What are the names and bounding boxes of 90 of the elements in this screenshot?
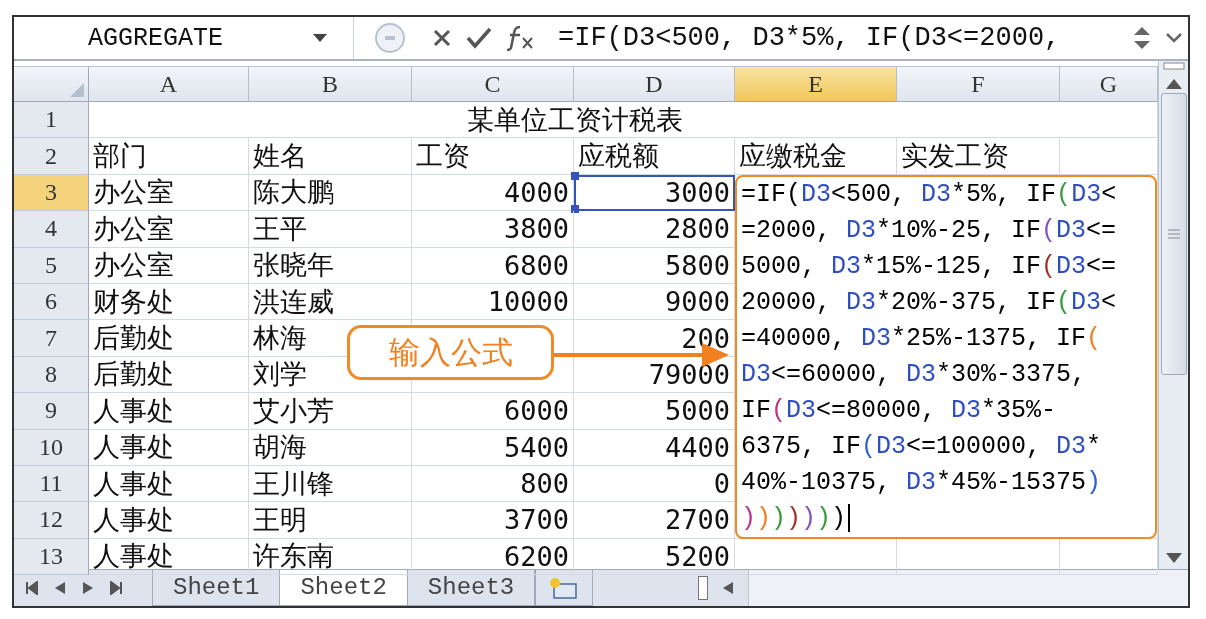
active-cell: 3000 <box>574 174 735 212</box>
sheet-tab[interactable]: Sheet1 <box>152 570 281 606</box>
dropdown-icon[interactable] <box>313 34 328 42</box>
column-heading-cell: 应缴税金 <box>735 138 897 175</box>
table-cell: 陈大鹏 <box>249 174 412 212</box>
row-header[interactable]: 12 <box>14 502 89 539</box>
formula-line: =IF(D3<500, D3*5%, IF(D3< <box>741 178 1117 211</box>
column-heading-cell: 实发工资 <box>897 138 1060 175</box>
column-heading-cell: 应税额 <box>574 138 735 175</box>
row-header[interactable]: 3 <box>14 174 89 212</box>
table-cell: 财务处 <box>89 283 249 321</box>
table-cell: 洪连威 <box>249 283 412 321</box>
column-heading-cell: 部门 <box>89 138 249 175</box>
last-sheet-icon[interactable] <box>110 581 122 595</box>
column-header[interactable]: G <box>1060 67 1158 102</box>
row-header[interactable]: 10 <box>14 429 89 466</box>
column-header[interactable]: B <box>249 67 412 102</box>
row-header[interactable]: 2 <box>14 138 89 175</box>
right-arrow-icon[interactable] <box>82 581 94 595</box>
formula-line: IF(D3<=80000, D3*35%- <box>741 394 1057 427</box>
split-handle[interactable] <box>698 576 709 600</box>
formula-line: =2000, D3*10%-25, IF(D3<= <box>741 214 1117 247</box>
table-cell: 6000 <box>412 393 574 430</box>
check-icon[interactable] <box>466 27 492 49</box>
row-header[interactable]: 6 <box>14 283 89 321</box>
row-header[interactable]: 11 <box>14 465 89 503</box>
table-cell: 5400 <box>412 429 574 466</box>
row-header[interactable]: 9 <box>14 393 89 430</box>
sheet-tab[interactable]: Sheet3 <box>406 570 536 606</box>
scroll-thumb[interactable] <box>1161 93 1187 375</box>
table-cell: 人事处 <box>89 502 249 539</box>
formula-text[interactable]: =IF(D3<500, D3*5%, IF(D3<=2000, <box>558 23 1130 53</box>
table-cell: 王川锋 <box>249 465 412 503</box>
name-box-value: AGGREGATE <box>88 23 224 53</box>
table-cell: 3700 <box>412 502 574 539</box>
table-cell: 胡海 <box>249 429 412 466</box>
down-arrow-icon[interactable] <box>1166 553 1182 563</box>
column-header[interactable]: C <box>412 67 574 102</box>
cancel-icon[interactable] <box>432 28 452 48</box>
left-arrow-icon[interactable] <box>722 581 735 595</box>
formula-line: 6375, IF(D3<=100000, D3* <box>741 430 1102 463</box>
table-cell: 6800 <box>412 247 574 284</box>
name-box[interactable]: AGGREGATE <box>14 17 354 59</box>
table-cell: 10000 <box>412 283 574 321</box>
first-sheet-icon[interactable] <box>26 581 38 595</box>
sheet-tab[interactable]: Sheet2 <box>279 570 408 606</box>
row-header[interactable]: 7 <box>14 320 89 357</box>
row-header[interactable]: 1 <box>14 102 89 139</box>
row-header[interactable]: 13 <box>14 538 89 576</box>
split-handle-icon[interactable] <box>1163 61 1185 71</box>
formula-editor[interactable] <box>735 174 1157 539</box>
column-heading-cell: 姓名 <box>249 138 412 175</box>
column-header[interactable]: A <box>89 67 249 102</box>
row-header[interactable]: 5 <box>14 247 89 284</box>
vertical-scrollbar[interactable] <box>1158 61 1188 569</box>
table-cell: 后勤处 <box>89 356 249 394</box>
column-header[interactable]: D <box>574 67 735 102</box>
expand-icon[interactable] <box>1166 33 1182 43</box>
formula-line: ))))))) <box>741 500 851 537</box>
formula-line: 5000, D3*15%-125, IF(D3<= <box>741 250 1117 283</box>
table-cell: 人事处 <box>89 429 249 466</box>
row-header[interactable]: 8 <box>14 356 89 394</box>
formula-line: 40%-10375, D3*45%-15375) <box>741 466 1102 499</box>
column-header[interactable]: F <box>897 67 1060 102</box>
formula-line: =40000, D3*25%-1375, IF( <box>741 322 1102 355</box>
table-cell: 人事处 <box>89 465 249 503</box>
table-cell: 办公室 <box>89 174 249 212</box>
table-title: 某单位工资计税表 <box>89 102 1060 139</box>
formula-line: 20000, D3*20%-375, IF(D3< <box>741 286 1117 319</box>
horizontal-scrollbar[interactable] <box>748 570 1188 606</box>
table-cell: 后勤处 <box>89 320 249 357</box>
formula-line: D3<=60000, D3*30%-3375, <box>741 358 1087 391</box>
table-cell: 人事处 <box>89 393 249 430</box>
up-arrow-icon[interactable] <box>1166 79 1182 89</box>
table-cell: 王明 <box>249 502 412 539</box>
callout-label: 输入公式 <box>347 325 554 380</box>
table-cell: 800 <box>412 465 574 503</box>
table-cell: 艾小芳 <box>249 393 412 430</box>
table-cell: 3800 <box>412 211 574 248</box>
grip-icon <box>1168 229 1180 239</box>
new-sheet-button[interactable] <box>535 570 594 606</box>
column-header[interactable]: E <box>735 67 897 102</box>
column-heading-cell: 工资 <box>412 138 574 175</box>
table-cell: 办公室 <box>89 247 249 284</box>
function-icon[interactable] <box>506 25 536 51</box>
table-cell: 王平 <box>249 211 412 248</box>
row-header[interactable]: 4 <box>14 211 89 248</box>
table-cell: 张晓年 <box>249 247 412 284</box>
table-cell: 办公室 <box>89 211 249 248</box>
left-arrow-icon[interactable] <box>54 581 66 595</box>
